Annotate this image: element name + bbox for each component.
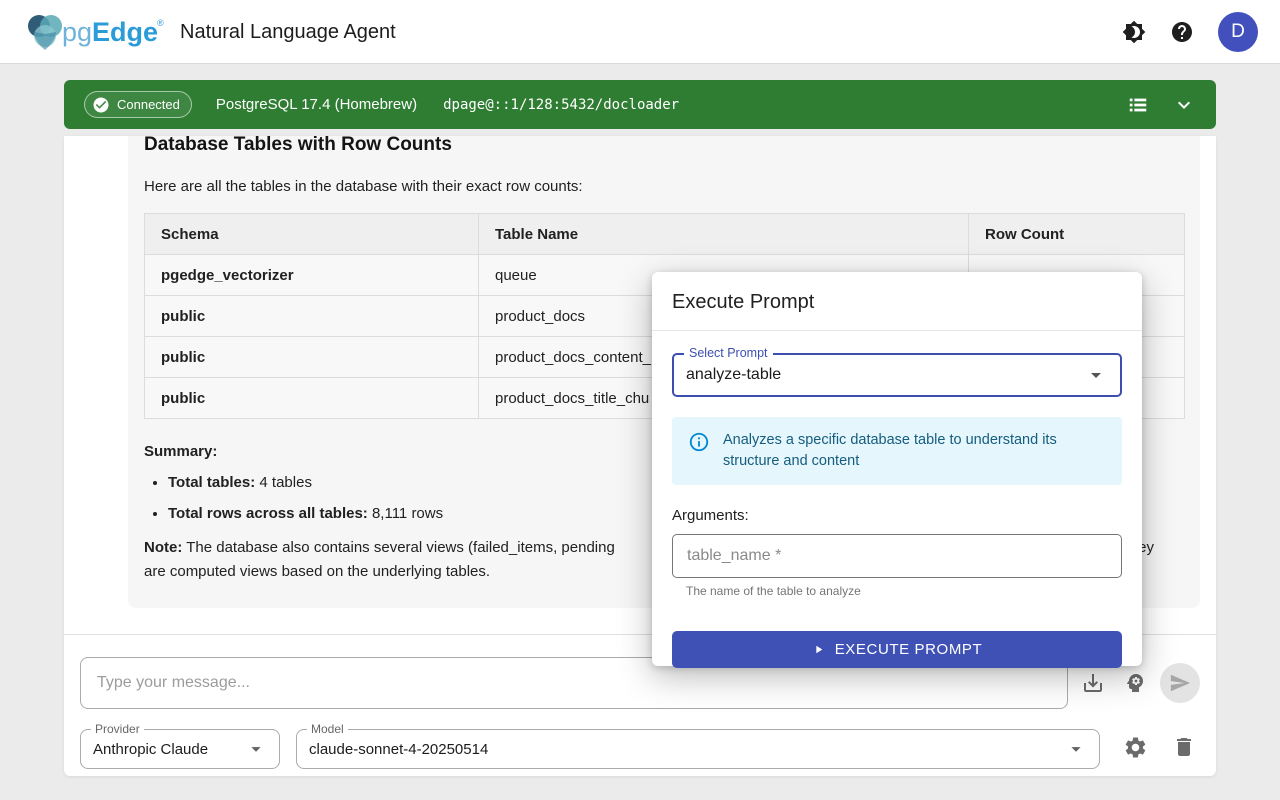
note-text-1: The database also contains several views… bbox=[182, 539, 614, 556]
provider-select-value: Anthropic Claude bbox=[93, 741, 208, 758]
note-label: Note: bbox=[144, 539, 182, 556]
model-select-label: Model bbox=[307, 722, 348, 736]
execute-prompt-dialog: Execute Prompt Select Prompt analyze-tab… bbox=[652, 272, 1142, 666]
message-heading: Database Tables with Row Counts bbox=[144, 136, 1184, 156]
prompt-select-label: Select Prompt bbox=[684, 346, 773, 360]
connection-string: dpage@::1/128:5432/docloader bbox=[443, 97, 679, 113]
page-title: Natural Language Agent bbox=[180, 0, 396, 64]
connection-status-label: Connected bbox=[117, 97, 180, 112]
column-header-schema: Schema bbox=[145, 214, 479, 255]
arguments-label: Arguments: bbox=[672, 507, 1122, 524]
pgedge-logo-icon: pg Edge ® bbox=[24, 10, 166, 54]
message-intro: Here are all the tables in the database … bbox=[144, 178, 1184, 195]
play-icon bbox=[812, 643, 825, 656]
pgedge-logo: pg Edge ® bbox=[24, 10, 166, 54]
provider-select[interactable]: Provider Anthropic Claude bbox=[80, 729, 280, 769]
download-icon[interactable] bbox=[1079, 669, 1107, 697]
svg-text:®: ® bbox=[157, 18, 164, 28]
arrow-drop-down-icon bbox=[245, 738, 267, 760]
arrow-drop-down-icon bbox=[1084, 363, 1108, 387]
arrow-drop-down-icon bbox=[1065, 738, 1087, 760]
svg-text:Edge: Edge bbox=[92, 17, 158, 47]
user-avatar[interactable]: D bbox=[1218, 12, 1258, 52]
prompt-info-alert: Analyzes a specific database table to un… bbox=[672, 417, 1122, 485]
send-button[interactable] bbox=[1160, 663, 1200, 703]
table-name-field[interactable] bbox=[672, 534, 1122, 578]
prompt-select-value: analyze-table bbox=[686, 366, 781, 384]
check-circle-icon bbox=[92, 96, 110, 114]
table-name-helper: The name of the table to analyze bbox=[686, 584, 1122, 598]
gear-icon[interactable] bbox=[1121, 733, 1149, 761]
dark-mode-toggle-icon[interactable] bbox=[1122, 20, 1146, 44]
execute-prompt-button[interactable]: EXECUTE PROMPT bbox=[672, 631, 1122, 668]
table-cell: pgedge_vectorizer bbox=[145, 255, 479, 296]
column-header-row-count: Row Count bbox=[969, 214, 1185, 255]
psychology-icon[interactable] bbox=[1121, 669, 1149, 697]
help-icon[interactable] bbox=[1170, 20, 1194, 44]
execute-prompt-button-label: EXECUTE PROMPT bbox=[835, 641, 983, 658]
connection-status-badge: Connected bbox=[84, 91, 192, 118]
table-cell: public bbox=[145, 378, 479, 419]
bullet-value: 8,111 rows bbox=[368, 505, 443, 522]
bullet-label: Total tables: bbox=[168, 474, 255, 491]
table-cell: public bbox=[145, 337, 479, 378]
prompt-info-text: Analyzes a specific database table to un… bbox=[723, 430, 1106, 472]
model-select-value: claude-sonnet-4-20250514 bbox=[309, 741, 488, 758]
column-header-table-name: Table Name bbox=[479, 214, 969, 255]
app-header: pg Edge ® Natural Language Agent D bbox=[0, 0, 1280, 64]
svg-text:pg: pg bbox=[62, 17, 92, 47]
table-cell: public bbox=[145, 296, 479, 337]
dialog-divider bbox=[652, 330, 1142, 331]
table-header-row: Schema Table Name Row Count bbox=[145, 214, 1185, 255]
dialog-title: Execute Prompt bbox=[672, 291, 1122, 314]
bullet-value: 4 tables bbox=[255, 474, 312, 491]
model-select[interactable]: Model claude-sonnet-4-20250514 bbox=[296, 729, 1100, 769]
bullet-label: Total rows across all tables: bbox=[168, 505, 368, 522]
connection-bar: Connected PostgreSQL 17.4 (Homebrew) dpa… bbox=[64, 80, 1216, 129]
info-icon bbox=[688, 431, 710, 453]
provider-select-label: Provider bbox=[91, 722, 144, 736]
prompt-select[interactable]: Select Prompt analyze-table bbox=[672, 353, 1122, 397]
chevron-down-icon[interactable] bbox=[1172, 93, 1196, 117]
server-version-label: PostgreSQL 17.4 (Homebrew) bbox=[216, 96, 417, 113]
connection-list-icon[interactable] bbox=[1126, 93, 1150, 117]
trash-icon[interactable] bbox=[1170, 733, 1198, 761]
send-icon bbox=[1169, 672, 1191, 694]
